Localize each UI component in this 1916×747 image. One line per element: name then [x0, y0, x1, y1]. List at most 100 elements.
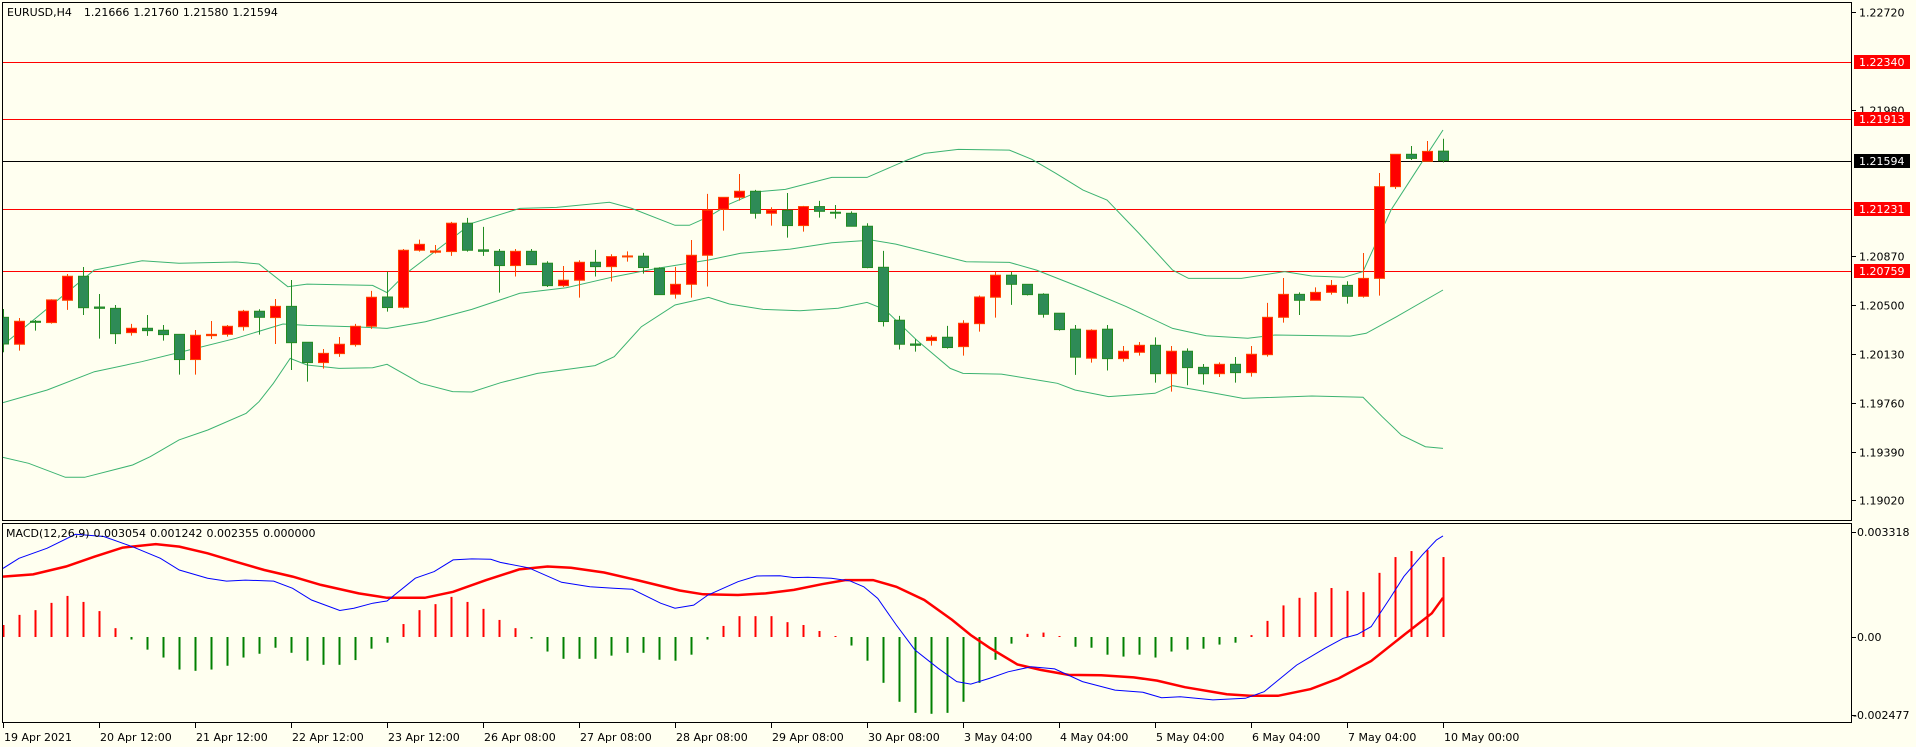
candle[interactable]: [542, 261, 553, 287]
bearish-candle-body: [1342, 284, 1353, 297]
candle[interactable]: [846, 211, 857, 227]
time-tick-label: 29 Apr 08:00: [772, 731, 844, 744]
price-tick-label: 1.20130: [1859, 349, 1905, 362]
bearish-candle-body: [1198, 366, 1209, 375]
macd-tick-label: 0.003318: [1857, 526, 1910, 539]
time-tick-label: 23 Apr 12:00: [388, 731, 460, 744]
macd-value-2: 0.001242: [150, 527, 203, 540]
candle[interactable]: [1038, 293, 1049, 318]
bearish-candle-body: [862, 225, 873, 269]
bearish-candle-body: [830, 211, 841, 214]
bullish-candle-body: [1358, 277, 1369, 297]
close-price: 1.21594: [232, 6, 278, 19]
bullish-candle-body: [1214, 363, 1225, 375]
bearish-candle-body: [286, 305, 297, 344]
bullish-candle-body: [1422, 150, 1433, 162]
candle[interactable]: [350, 323, 361, 347]
bullish-candle-body: [1278, 293, 1289, 318]
bullish-candle-body: [334, 343, 345, 355]
bearish-candle-body: [1294, 293, 1305, 301]
bullish-candle-body: [398, 249, 409, 308]
candle[interactable]: [654, 267, 665, 296]
price-tick-label: 1.20500: [1859, 300, 1905, 313]
bullish-candle-body: [414, 243, 425, 251]
bullish-candle-body: [1262, 316, 1273, 356]
bullish-candle-body: [318, 352, 329, 364]
candle[interactable]: [446, 221, 457, 256]
bullish-candle-body: [718, 196, 729, 210]
bullish-candle-body: [46, 299, 57, 324]
time-tick-label: 26 Apr 08:00: [484, 731, 556, 744]
bullish-candle-body: [974, 296, 985, 325]
bullish-candle-body: [126, 327, 137, 334]
time-tick-label: 4 May 04:00: [1060, 731, 1128, 744]
candle[interactable]: [462, 217, 473, 252]
candle[interactable]: [1086, 329, 1097, 363]
time-tick-label: 7 May 04:00: [1348, 731, 1416, 744]
macd-value-3: 0.002355: [207, 527, 260, 540]
bearish-candle-body: [1102, 328, 1113, 360]
chart-background: [0, 0, 1916, 747]
bullish-candle-body: [1134, 344, 1145, 353]
bearish-candle-body: [78, 275, 89, 309]
time-tick-label: 22 Apr 12:00: [292, 731, 364, 744]
macd-tick-label: 0.00: [1857, 631, 1882, 644]
bearish-candle-body: [542, 262, 553, 287]
macd-value-1: 0.003054: [94, 527, 147, 540]
candle[interactable]: [526, 248, 537, 266]
macd-info: MACD(12,26,9) 0.003054 0.001242 0.002355 0.0…: [6, 527, 316, 540]
candle[interactable]: [1022, 283, 1033, 296]
bullish-candle-body: [1326, 284, 1337, 293]
low-price: 1.21580: [183, 6, 229, 19]
trading-chart[interactable]: 1.227201.219801.208701.205001.201301.197…: [0, 0, 1916, 747]
candle[interactable]: [1054, 312, 1065, 331]
time-tick-label: 21 Apr 12:00: [196, 731, 268, 744]
bullish-candle-body: [1310, 291, 1321, 301]
time-tick-label: 28 Apr 08:00: [676, 731, 748, 744]
bid-price-label: 1.21594: [1859, 155, 1905, 168]
bearish-candle-body: [494, 250, 505, 267]
price-tick-label: 1.20870: [1859, 251, 1905, 264]
candle[interactable]: [862, 223, 873, 269]
bearish-candle-body: [894, 319, 905, 345]
bearish-candle-body: [1006, 274, 1017, 285]
time-tick-label: 19 Apr 2021: [4, 731, 72, 744]
bullish-candle-body: [206, 333, 217, 337]
bearish-candle-body: [382, 296, 393, 309]
bearish-candle-body: [910, 343, 921, 346]
candle[interactable]: [894, 315, 905, 350]
bearish-candle-body: [1022, 283, 1033, 296]
bullish-candle-body: [686, 254, 697, 285]
candle[interactable]: [398, 248, 409, 309]
bearish-candle-body: [174, 333, 185, 361]
price-tick-label: 1.19020: [1859, 495, 1905, 508]
bullish-candle-body: [14, 320, 25, 345]
time-tick-label: 5 May 04:00: [1156, 731, 1224, 744]
symbol-timeframe: EURUSD,H4: [7, 6, 72, 19]
bullish-candle-body: [798, 206, 809, 227]
bearish-candle-body: [30, 320, 41, 323]
bullish-candle-body: [222, 325, 233, 335]
macd-title: MACD(12,26,9): [6, 527, 90, 540]
bullish-candle-body: [1374, 186, 1385, 279]
bearish-candle-body: [94, 306, 105, 309]
bearish-candle-body: [142, 327, 153, 332]
bearish-candle-body: [590, 261, 601, 268]
candle[interactable]: [1374, 173, 1385, 296]
bearish-candle-body: [1054, 312, 1065, 331]
bullish-candle-body: [430, 250, 441, 253]
bullish-candle-body: [766, 209, 777, 214]
time-tick-label: 27 Apr 08:00: [580, 731, 652, 744]
bearish-candle-body: [254, 310, 265, 318]
bullish-candle-body: [990, 274, 1001, 298]
bearish-candle-body: [750, 190, 761, 214]
bullish-candle-body: [1086, 329, 1097, 359]
bearish-candle-body: [158, 329, 169, 336]
bearish-candle-body: [1438, 150, 1449, 162]
bullish-candle-body: [1118, 350, 1129, 360]
candle[interactable]: [46, 299, 57, 324]
bearish-candle-body: [526, 250, 537, 266]
candle[interactable]: [1390, 153, 1401, 190]
bullish-candle-body: [670, 283, 681, 295]
bearish-candle-body: [462, 222, 473, 251]
